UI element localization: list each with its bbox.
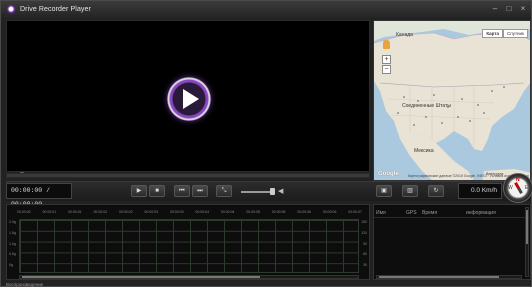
table-scroll-thumb[interactable] — [526, 210, 528, 244]
camera-icon: ▣ — [381, 188, 387, 194]
next-icon: ⏭ — [197, 188, 203, 194]
window-controls: – □ × — [491, 4, 527, 13]
app-window: Drive Recorder Player – □ × ▼ — [0, 0, 532, 287]
minimize-button[interactable]: – — [491, 4, 499, 13]
time-tick: 00:00:01 — [42, 210, 57, 214]
column-time[interactable]: Время — [422, 210, 437, 216]
y-tick-left: 1.5g — [9, 230, 16, 235]
column-gps[interactable]: GPS — [406, 210, 417, 216]
google-logo: Google — [378, 171, 399, 177]
time-tick: 00:00:03 — [169, 210, 184, 214]
close-button[interactable]: × — [519, 4, 527, 13]
time-tick: 00:00:00 — [17, 210, 31, 214]
speaker-icon[interactable]: ◀ — [278, 187, 283, 195]
time-tick: 00:00:04 — [195, 210, 210, 214]
y-tick-left: 2.0g — [9, 220, 16, 224]
map-panel[interactable]: + − Карта Спутник Канада Соединенные Шта… — [373, 20, 531, 181]
fullscreen-icon: ⤡ — [221, 188, 227, 194]
previous-button[interactable]: ⏮ — [174, 185, 190, 197]
column-info[interactable]: информация — [466, 210, 496, 216]
map-canvas[interactable] — [374, 21, 531, 181]
map-type-tabs: Карта Спутник — [482, 29, 528, 38]
pegman-icon[interactable] — [383, 40, 390, 49]
time-tick: 00:00:05 — [271, 210, 286, 214]
stop-icon: ■ — [155, 188, 159, 194]
event-table: Имя GPS Время информация — [373, 204, 531, 280]
app-logo-icon — [7, 5, 16, 14]
time-tick: 00:00:01 — [67, 210, 82, 214]
time-tick: 00:00:04 — [220, 210, 235, 214]
seek-bar[interactable] — [6, 173, 370, 178]
table-header: Имя GPS Время информация — [374, 209, 530, 218]
compass-needle-icon — [514, 182, 523, 194]
column-name[interactable]: Имя — [376, 210, 386, 216]
stop-button[interactable]: ■ — [149, 185, 165, 197]
time-tick: 00:00:07 — [348, 210, 362, 214]
video-viewport[interactable]: ▼ — [6, 20, 370, 178]
y-tick-right: 150 — [361, 220, 367, 224]
zoom-out-button[interactable]: − — [382, 65, 391, 74]
map-label-usa: Соединенные Штаты — [402, 103, 451, 109]
y-tick-right: 90 — [363, 241, 367, 246]
y-tick-left: 0g — [9, 263, 13, 268]
map-label-mexico: Мексика — [414, 148, 434, 154]
time-tick: 00:00:06 — [297, 210, 311, 214]
table-vertical-scrollbar[interactable] — [525, 207, 529, 277]
map-zoom-control: + − — [378, 31, 391, 75]
refresh-icon: ↻ — [433, 188, 439, 194]
delete-button[interactable]: ▥ — [402, 185, 418, 197]
zoom-in-button[interactable]: + — [382, 55, 391, 64]
previous-icon: ⏮ — [179, 188, 185, 194]
gsensor-graph: 00:00:00 00:00:01 00:00:01 00:00:02 00:00:02… — [6, 204, 370, 280]
map-label-canada: Канада — [396, 32, 413, 38]
window-title: Drive Recorder Player — [20, 6, 91, 13]
time-tick: 00:00:05 — [246, 210, 260, 214]
y-tick-left: 0.5g — [9, 252, 16, 257]
graph-grid — [19, 219, 359, 273]
snapshot-button[interactable]: ▣ — [376, 185, 392, 197]
refresh-button[interactable]: ↻ — [428, 185, 444, 197]
time-axis: 00:00:00 00:00:01 00:00:01 00:00:02 00:00:02… — [17, 210, 362, 214]
time-tick: 00:00:03 — [144, 210, 159, 214]
play-icon: ▶ — [136, 188, 142, 194]
maximize-button[interactable]: □ — [505, 4, 513, 13]
y-tick-right: 60 — [363, 252, 367, 257]
volume-knob[interactable] — [269, 188, 275, 195]
status-text: Воспроизведение — [6, 282, 44, 287]
trash-icon: ▥ — [407, 188, 413, 194]
y-tick-right: 120 — [361, 230, 367, 235]
play-overlay-icon[interactable] — [167, 77, 211, 121]
control-bar: 00:00:00 / 00:00:00 ▶ ■ ⏮ ⏭ ⤡ ◀ ▣ ▥ ↻ 0.… — [6, 173, 532, 208]
time-display: 00:00:00 / 00:00:00 — [6, 183, 72, 208]
graph-scrollbar[interactable] — [19, 275, 359, 279]
title-bar: Drive Recorder Player – □ × — [1, 1, 531, 18]
graph-scroll-thumb[interactable] — [22, 276, 260, 278]
play-button[interactable]: ▶ — [131, 185, 147, 197]
table-horizontal-scrollbar[interactable] — [376, 275, 522, 279]
tab-satellite[interactable]: Спутник — [503, 29, 528, 38]
time-tick: 00:00:02 — [93, 210, 108, 214]
speed-display: 0.0 Km/h — [458, 183, 502, 199]
fullscreen-button[interactable]: ⤡ — [216, 185, 232, 197]
time-tick: 00:00:02 — [118, 210, 133, 214]
table-hscroll-thumb[interactable] — [379, 276, 499, 278]
compass: NWE — [503, 173, 532, 203]
y-tick-left: 1.0g — [9, 241, 16, 246]
y-tick-right: 30 — [363, 263, 367, 268]
tab-map[interactable]: Карта — [482, 29, 504, 38]
next-button[interactable]: ⏭ — [192, 185, 208, 197]
time-tick: 00:00:06 — [322, 210, 337, 214]
